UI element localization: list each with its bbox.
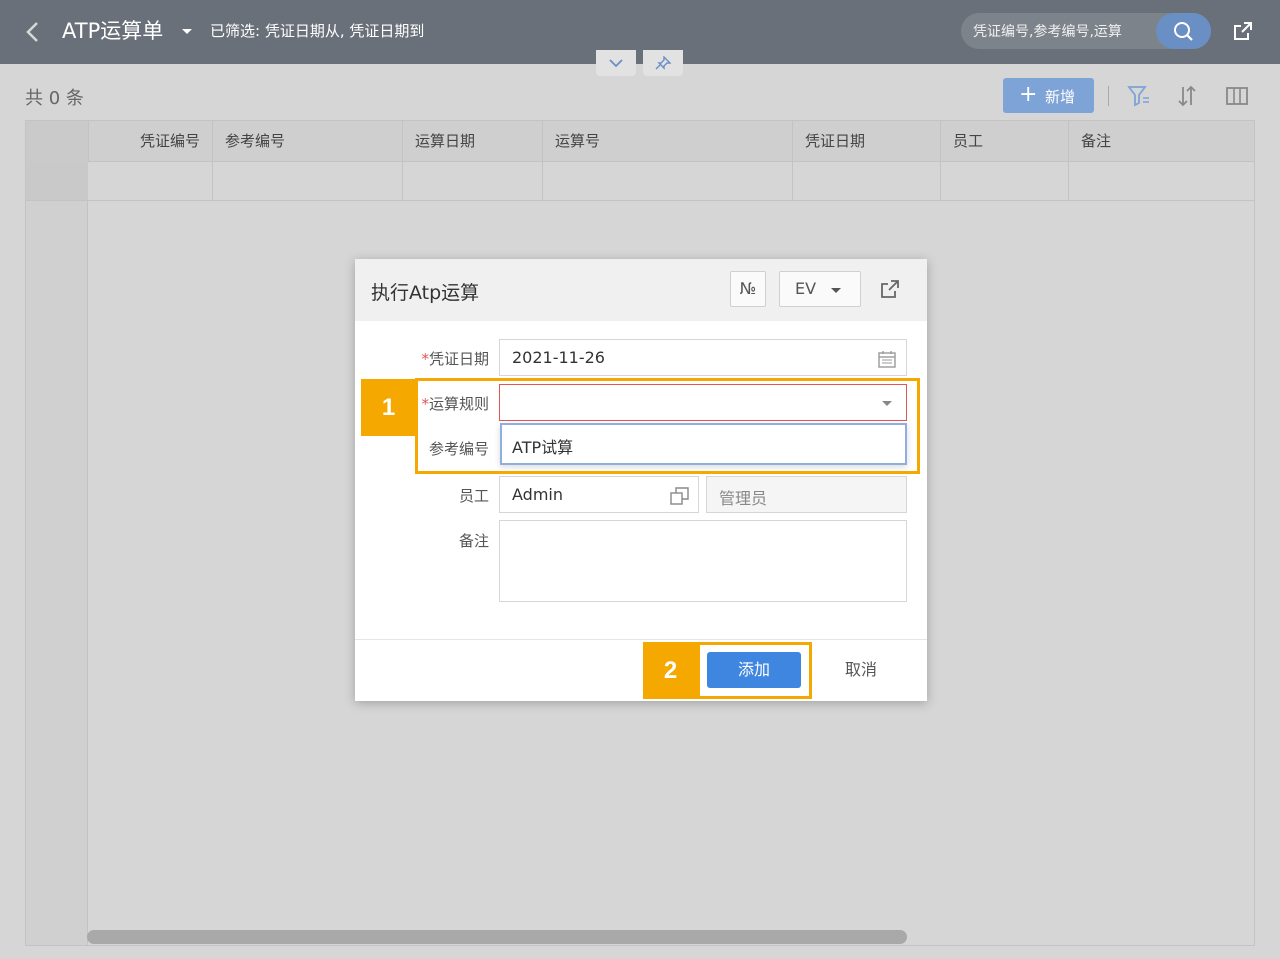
column-header[interactable]: 备注 [1068, 121, 1254, 162]
employee-value: Admin [512, 485, 563, 504]
table-cell[interactable] [88, 162, 212, 201]
caret-down-icon [831, 288, 841, 293]
column-header[interactable]: 运算号 [542, 121, 792, 162]
calendar-icon[interactable] [878, 350, 896, 368]
add-new-button[interactable]: + 新增 [1003, 78, 1094, 113]
table-cell[interactable] [542, 162, 792, 201]
callout-highlight-1 [415, 378, 920, 474]
dialog-footer-divider [355, 639, 927, 640]
table-cell[interactable] [402, 162, 542, 201]
table-cell[interactable] [940, 162, 1068, 201]
cancel-button[interactable]: 取消 [829, 652, 893, 688]
page-title[interactable]: ATP运算单 [62, 16, 163, 46]
filter-settings-icon[interactable] [1127, 84, 1151, 108]
employee-label: 员工 [458, 487, 489, 505]
voucher-date-value: 2021-11-26 [512, 348, 605, 367]
employee-name-value: 管理员 [719, 489, 768, 508]
search-icon [1174, 22, 1193, 41]
chevron-down-icon [609, 59, 623, 68]
table-row[interactable] [88, 162, 1254, 201]
remark-textarea[interactable] [499, 520, 907, 602]
callout-badge-1: 1 [361, 379, 416, 436]
table-header: 凭证编号 参考编号 运算日期 运算号 凭证日期 员工 备注 [26, 121, 1254, 162]
column-header[interactable]: 凭证编号 [88, 121, 212, 162]
plus-icon: + [1019, 82, 1038, 107]
column-header[interactable]: 员工 [940, 121, 1068, 162]
callout-highlight-2 [697, 642, 812, 699]
remark-label: 备注 [458, 532, 489, 550]
back-arrow-icon[interactable] [22, 20, 44, 44]
search-placeholder: 凭证编号,参考编号,运算 [973, 24, 1122, 40]
voucher-date-field[interactable]: 2021-11-26 [499, 339, 907, 376]
column-header[interactable]: 参考编号 [212, 121, 402, 162]
employee-field[interactable]: Admin [499, 476, 699, 513]
employee-name-field: 管理员 [706, 476, 907, 513]
callout-badge-2: 2 [643, 642, 698, 699]
record-count: 共 0 条 [25, 88, 84, 109]
atp-calc-dialog: 执行Atp运算 № EV *凭证日期 2021-11-26 *运算规则 参考编号 [355, 259, 927, 701]
required-mark: * [421, 350, 429, 368]
copy-icon[interactable] [670, 487, 690, 505]
env-select-value: EV [795, 279, 817, 298]
filter-summary: 已筛选: 凭证日期从, 凭证日期到 [210, 22, 425, 40]
table-cell[interactable] [1068, 162, 1254, 201]
horizontal-scrollbar[interactable] [87, 930, 907, 944]
numbering-button[interactable]: № [730, 271, 766, 307]
top-header: ATP运算单 已筛选: 凭证日期从, 凭证日期到 凭证编号,参考编号,运算 [0, 0, 1280, 64]
row-number-column [26, 121, 88, 945]
share-icon[interactable] [1232, 20, 1254, 42]
table-cell[interactable] [792, 162, 940, 201]
row-number-cell [26, 162, 88, 201]
columns-icon[interactable] [1225, 84, 1249, 108]
dialog-title: 执行Atp运算 [371, 282, 480, 304]
column-header[interactable]: 运算日期 [402, 121, 542, 162]
collapse-filter-button[interactable] [596, 50, 636, 76]
column-header[interactable]: 凭证日期 [792, 121, 940, 162]
env-select[interactable]: EV [779, 271, 861, 307]
toolbar-divider [1108, 86, 1109, 106]
sort-icon[interactable] [1175, 84, 1199, 108]
pin-icon [655, 56, 671, 70]
title-dropdown-icon[interactable] [182, 29, 192, 34]
header-row-number [26, 121, 88, 162]
pin-filter-button[interactable] [643, 50, 683, 76]
add-new-label: 新增 [1045, 88, 1076, 106]
table-cell[interactable] [212, 162, 402, 201]
popout-icon[interactable] [879, 278, 901, 300]
voucher-date-label: *凭证日期 [421, 350, 489, 368]
dialog-header: 执行Atp运算 № EV [355, 259, 927, 321]
search-button[interactable] [1156, 13, 1211, 49]
